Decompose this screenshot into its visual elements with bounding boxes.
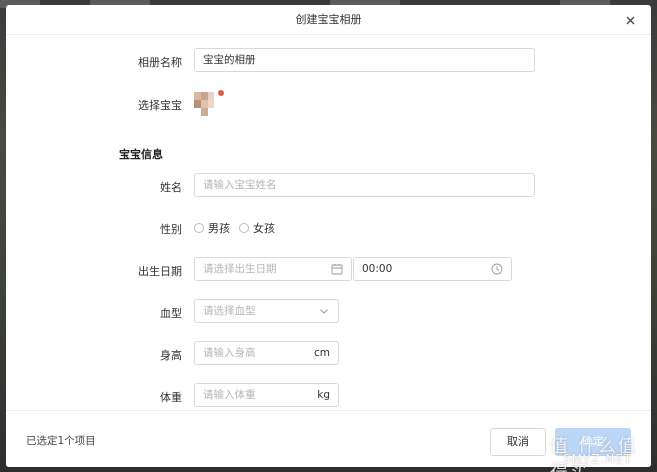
weight-unit: kg [317,389,330,401]
height-label: 身高 [160,349,182,362]
close-icon [626,16,634,24]
baby-name-placeholder: 请输入宝宝姓名 [203,179,277,191]
gender-girl-label: 女孩 [253,222,275,235]
baby-avatar[interactable] [194,92,214,116]
remove-avatar-badge[interactable] [217,89,225,97]
height-unit: cm [313,347,330,359]
baby-info-section-title: 宝宝信息 [119,148,163,161]
dialog-title: 创建宝宝相册 [295,13,362,26]
radio-circle-icon [194,223,204,233]
birth-date-input[interactable]: 请选择出生日期 [194,257,352,281]
gender-radio-boy[interactable]: 男孩 [194,220,230,236]
blood-type-placeholder: 请选择血型 [203,305,256,317]
gender-radio-girl[interactable]: 女孩 [239,220,275,236]
birth-time-input[interactable]: 00:00 [353,257,512,281]
weight-input[interactable]: 请输入体重 kg [194,383,339,407]
create-album-dialog: 创建宝宝相册 相册名称 宝宝的相册 选择宝宝 宝宝信息 姓名 请输入宝宝姓名 性… [6,5,651,467]
selected-count-text: 已选定1个项目 [26,435,96,447]
cancel-button[interactable]: 取消 [490,428,546,456]
clock-icon [491,263,503,275]
chevron-down-icon [320,309,328,314]
birth-time-value: 00:00 [362,263,393,275]
blood-type-select[interactable]: 请选择血型 [194,299,339,323]
close-button[interactable] [621,11,639,29]
birth-date-placeholder: 请选择出生日期 [203,263,277,275]
album-name-input[interactable]: 宝宝的相册 [194,48,535,72]
watermark-subtext: SMYZ.NET [563,452,633,466]
weight-placeholder: 请输入体重 [203,389,256,401]
blood-type-label: 血型 [160,307,182,320]
height-input[interactable]: 请输入身高 cm [194,341,339,365]
dialog-header: 创建宝宝相册 [6,5,651,35]
height-placeholder: 请输入身高 [203,347,256,359]
baby-name-input[interactable]: 请输入宝宝姓名 [194,173,535,197]
birth-date-label: 出生日期 [138,265,182,278]
album-name-label: 相册名称 [138,56,182,69]
select-baby-label: 选择宝宝 [138,99,182,112]
gender-boy-label: 男孩 [208,222,230,235]
weight-label: 体重 [160,391,182,404]
album-name-value: 宝宝的相册 [203,54,256,66]
radio-circle-icon [239,223,249,233]
baby-name-label: 姓名 [160,181,182,194]
gender-label: 性别 [160,223,182,236]
gender-radio-group: 男孩 女孩 [194,220,284,236]
calendar-icon [331,264,343,275]
